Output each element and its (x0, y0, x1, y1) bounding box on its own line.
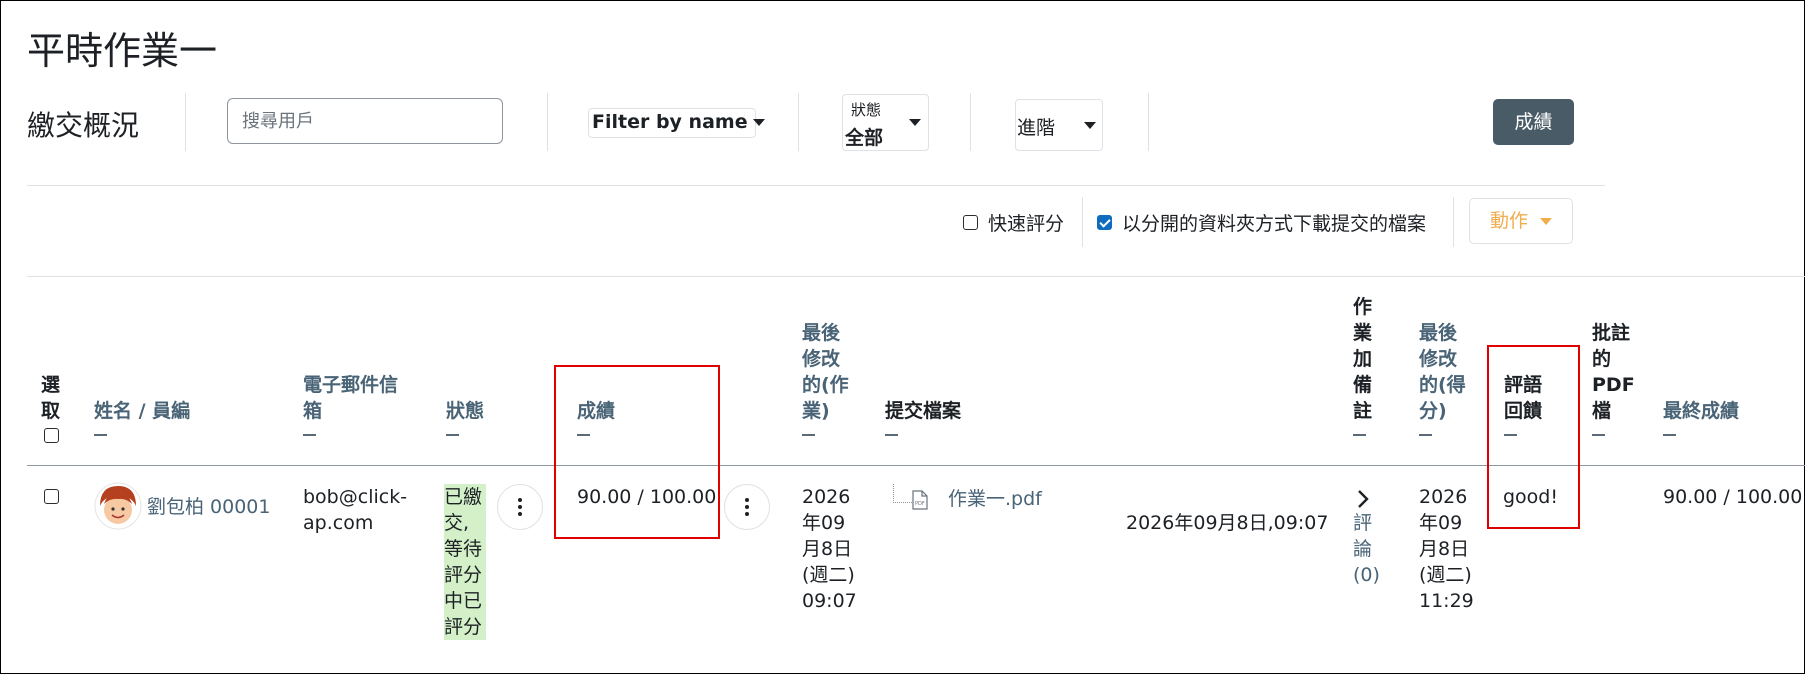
actions-dropdown[interactable]: 動作 (1469, 198, 1573, 244)
final-grade-value: 90.00 / 100.00 (1663, 486, 1803, 508)
header-status[interactable]: 狀態 (446, 398, 496, 436)
page-title: 平時作業一 (27, 29, 218, 73)
collapse-icon[interactable] (1419, 434, 1432, 436)
quick-grading-checkbox[interactable] (963, 215, 978, 230)
feedback-highlight-box (1487, 345, 1580, 529)
avatar-icon (94, 482, 142, 530)
file-timestamp: 2026年09月8日,09:07 (1126, 512, 1329, 534)
more-icon (745, 498, 749, 502)
avatar (94, 482, 142, 530)
caret-down-icon (1540, 218, 1552, 225)
collapse-icon[interactable] (94, 434, 107, 436)
caret-down-icon (909, 119, 921, 126)
select-all-checkbox[interactable] (44, 428, 59, 443)
comments-link[interactable]: 評論(0) (1353, 510, 1383, 588)
filter-by-name-dropdown[interactable]: Filter by name (588, 108, 765, 138)
toolbar-divider (970, 93, 971, 151)
user-email: bob@click-ap.com (303, 486, 408, 534)
advanced-select[interactable]: 進階 (1015, 99, 1103, 151)
status-select-value: 全部 (845, 127, 884, 149)
download-folders-label: 以分開的資料夾方式下載提交的檔案 (1122, 213, 1427, 235)
header-annotated-pdf: 批註的PDF檔 (1592, 320, 1635, 436)
tree-connector (893, 484, 914, 503)
search-input[interactable] (227, 98, 503, 144)
section-title: 繳交概況 (27, 109, 140, 142)
collapse-icon[interactable] (802, 434, 815, 436)
filter-by-name-label: Filter by name (592, 111, 748, 133)
status-select-label: 狀態 (851, 101, 882, 119)
grade-highlight-box (554, 365, 720, 539)
toolbar-divider (798, 93, 799, 151)
toolbar-divider (547, 93, 548, 151)
last-modified-grade: 2026年09月8日(週二) 11:29 (1419, 486, 1474, 612)
advanced-select-label: 進階 (1017, 117, 1056, 139)
header-last-modified-submission[interactable]: 最後修改的(作業) (802, 320, 854, 436)
collapse-icon[interactable] (303, 434, 316, 436)
header-divider (27, 185, 1605, 186)
caret-down-icon (752, 119, 765, 126)
svg-text:PDF: PDF (915, 501, 925, 507)
header-files: 提交檔案 (885, 398, 985, 436)
status-badge: 已繳交,等待評分中已評分 (444, 484, 486, 640)
toolbar-divider (185, 93, 186, 151)
grade-button[interactable]: 成績 (1493, 99, 1574, 145)
header-last-modified-grade[interactable]: 最後修改的(得分) (1419, 320, 1471, 436)
options-divider (1453, 197, 1454, 247)
caret-down-icon (1084, 122, 1096, 129)
table-top-divider (27, 276, 1805, 277)
header-select: 選取 (41, 374, 61, 422)
quick-grading-label: 快速評分 (988, 213, 1065, 235)
collapse-icon[interactable] (885, 434, 898, 436)
submitted-file-link[interactable]: 作業一.pdf (948, 484, 1042, 511)
download-folders-checkbox[interactable] (1097, 215, 1112, 230)
collapse-icon[interactable] (1663, 434, 1676, 436)
last-modified-submission: 2026年09月8日(週二) 09:07 (802, 486, 857, 612)
header-name[interactable]: 姓名 / 員編 (94, 398, 264, 436)
status-select[interactable]: 狀態 全部 (842, 94, 929, 151)
actions-label: 動作 (1489, 210, 1528, 232)
options-divider (1082, 197, 1083, 247)
collapse-icon[interactable] (1353, 434, 1366, 436)
more-icon (518, 498, 522, 502)
toolbar-divider (1148, 93, 1149, 151)
collapse-icon[interactable] (446, 434, 459, 436)
user-name-link[interactable]: 劉包柏 00001 (147, 492, 270, 519)
collapse-icon[interactable] (1592, 434, 1605, 436)
header-final-grade[interactable]: 最終成績 (1663, 398, 1763, 436)
row-actions-menu[interactable] (497, 484, 543, 530)
chevron-right-icon[interactable] (1356, 489, 1370, 509)
header-submission-comments: 作業加備註 (1353, 294, 1377, 436)
row-select-checkbox[interactable] (44, 489, 59, 504)
header-email[interactable]: 電子郵件信箱 (303, 372, 413, 436)
grade-actions-menu[interactable] (724, 484, 770, 530)
pdf-file-icon: PDF (912, 490, 928, 510)
